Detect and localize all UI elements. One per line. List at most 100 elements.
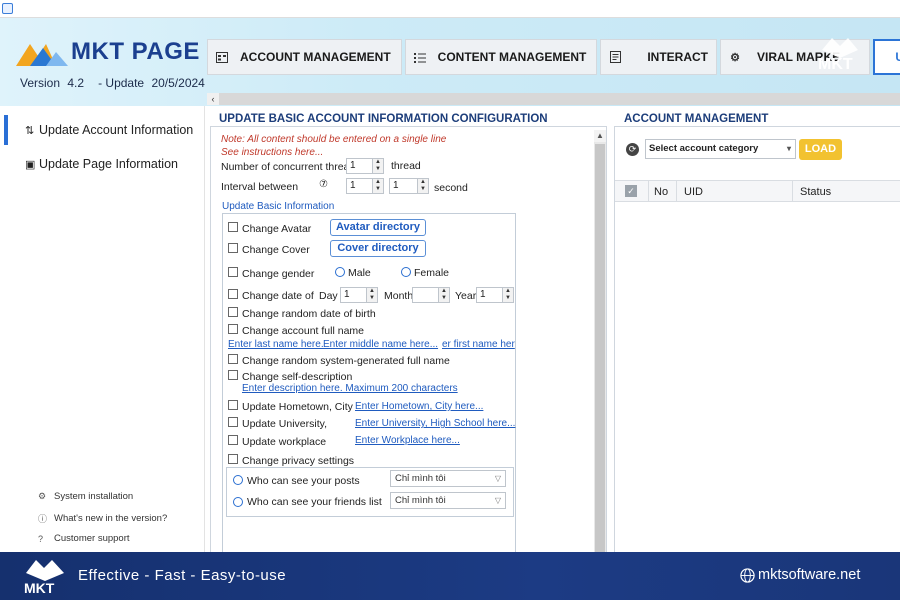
friends-visibility-radio[interactable] bbox=[233, 497, 243, 507]
interval-from-stepper[interactable]: 1 ▲ ▼ bbox=[346, 178, 384, 194]
workplace-checkbox[interactable] bbox=[228, 435, 238, 445]
male-radio[interactable] bbox=[335, 267, 345, 277]
stepper-arrows-icon[interactable]: ▲ ▼ bbox=[438, 288, 449, 302]
change-description-checkbox[interactable] bbox=[228, 370, 238, 380]
stepper-arrows-icon[interactable]: ▲ ▼ bbox=[366, 288, 377, 302]
promo-footer: MKT Effective - Fast - Easy-to-use mktso… bbox=[0, 552, 900, 600]
cover-directory-button[interactable]: Cover directory bbox=[330, 240, 426, 257]
select-value: Chỉ mình tôi bbox=[395, 495, 446, 506]
concurrent-threads-stepper[interactable]: 1 ▲ ▼ bbox=[346, 158, 384, 174]
change-avatar-label: Change Avatar bbox=[242, 223, 312, 235]
privacy-checkbox[interactable] bbox=[228, 454, 238, 464]
friends-visibility-select[interactable]: Chỉ mình tôi ▽ bbox=[390, 492, 506, 509]
hometown-input[interactable]: Enter Hometown, City here... bbox=[355, 401, 483, 412]
account-category-select[interactable]: Select account category ▾ bbox=[645, 139, 796, 159]
description-input[interactable]: Enter description here. Maximum 200 char… bbox=[242, 383, 458, 394]
concurrent-threads-label: Number of concurrent threads bbox=[221, 161, 361, 173]
day-stepper[interactable]: 1 ▲ ▼ bbox=[340, 287, 378, 303]
change-cover-checkbox[interactable] bbox=[228, 243, 238, 253]
friends-visibility-label: Who can see your friends list bbox=[247, 496, 382, 508]
female-radio[interactable] bbox=[401, 267, 411, 277]
university-label: Update University, bbox=[242, 418, 328, 430]
gear-icon: ⚙ bbox=[38, 491, 47, 501]
university-checkbox[interactable] bbox=[228, 417, 238, 427]
page-icon: ▣ bbox=[25, 158, 36, 171]
change-gender-checkbox[interactable] bbox=[228, 267, 238, 277]
change-cover-label: Change Cover bbox=[242, 244, 310, 256]
help-circle-icon[interactable]: ⑦ bbox=[319, 179, 328, 190]
first-name-input[interactable]: er first name her bbox=[442, 339, 515, 350]
column-divider bbox=[648, 181, 649, 201]
change-fullname-label: Change account full name bbox=[242, 325, 364, 337]
refresh-icon[interactable]: ⟳ bbox=[626, 143, 639, 156]
footer-link-label: System installation bbox=[54, 491, 134, 502]
load-button[interactable]: LOAD bbox=[799, 139, 842, 160]
scroll-thumb[interactable] bbox=[595, 144, 605, 552]
month-stepper[interactable]: ▲ ▼ bbox=[412, 287, 450, 303]
tab-label: CONTENT MANAGEMENT bbox=[437, 50, 587, 64]
hometown-label: Update Hometown, City bbox=[242, 401, 353, 413]
change-fullname-checkbox[interactable] bbox=[228, 324, 238, 334]
column-status[interactable]: Status bbox=[800, 186, 831, 198]
last-name-input[interactable]: Enter last name here. bbox=[228, 339, 324, 350]
random-dob-checkbox[interactable] bbox=[228, 307, 238, 317]
grid-icon bbox=[216, 51, 228, 63]
avatar-directory-button[interactable]: Avatar directory bbox=[330, 219, 426, 236]
random-dob-label: Change random date of birth bbox=[242, 308, 376, 320]
scroll-up-icon[interactable]: ▲ bbox=[594, 130, 606, 142]
stepper-value: 1 bbox=[344, 289, 350, 300]
update-label: - Update bbox=[98, 76, 145, 90]
tab-interact[interactable]: INTERACT bbox=[600, 39, 717, 75]
change-avatar-checkbox[interactable] bbox=[228, 222, 238, 232]
tab-content-management[interactable]: CONTENT MANAGEMENT bbox=[404, 39, 598, 75]
column-no[interactable]: No bbox=[654, 186, 668, 198]
stepper-arrows-icon[interactable]: ▲ ▼ bbox=[502, 288, 513, 302]
scroll-left-icon[interactable]: ‹ bbox=[207, 93, 219, 105]
stepper-arrows-icon[interactable]: ▲ ▼ bbox=[417, 179, 428, 193]
change-dob-label: Change date of bi bbox=[242, 290, 316, 302]
year-stepper[interactable]: 1 ▲ ▼ bbox=[476, 287, 514, 303]
mkt-watermark-logo: MKT bbox=[818, 38, 858, 70]
left-panel-title: UPDATE BASIC ACCOUNT INFORMATION CONFIGU… bbox=[219, 113, 548, 125]
config-scrollbar[interactable]: ▲ bbox=[594, 130, 606, 552]
list-icon bbox=[413, 51, 426, 63]
customer-support-link[interactable]: ? Customer support bbox=[38, 533, 130, 544]
window-titlebar bbox=[0, 0, 900, 18]
privacy-label: Change privacy settings bbox=[242, 455, 355, 467]
sidebar-item-update-page[interactable]: ▣ Update Page Information bbox=[0, 150, 205, 178]
posts-visibility-radio[interactable] bbox=[233, 475, 243, 485]
sort-arrows-icon: ⇅ bbox=[25, 124, 35, 137]
select-all-checkbox[interactable]: ✓ bbox=[625, 185, 637, 197]
tab-account-management[interactable]: ACCOUNT MANAGEMENT bbox=[207, 39, 402, 75]
hometown-checkbox[interactable] bbox=[228, 400, 238, 410]
instructions-link[interactable]: See instructions here... bbox=[221, 147, 323, 158]
sidebar-item-label: Update Account Information bbox=[39, 123, 194, 137]
footer-link-label: Customer support bbox=[54, 533, 130, 544]
update-date: 20/5/2024 bbox=[151, 76, 205, 90]
posts-visibility-select[interactable]: Chỉ mình tôi ▽ bbox=[390, 470, 506, 487]
footer-website[interactable]: mktsoftware.net bbox=[740, 567, 860, 583]
right-panel-title: ACCOUNT MANAGEMENT bbox=[624, 113, 769, 125]
random-fullname-checkbox[interactable] bbox=[228, 354, 238, 364]
whats-new-link[interactable]: ⓘ What's new in the version? bbox=[38, 512, 167, 525]
posts-visibility-label: Who can see your posts bbox=[247, 475, 360, 487]
system-installation-link[interactable]: ⚙ System installation bbox=[38, 491, 133, 502]
watermark-text: MKT bbox=[818, 56, 853, 70]
version-label: Version bbox=[20, 76, 61, 90]
university-input[interactable]: Enter University, High School here... bbox=[355, 418, 515, 429]
footer-link-label: What's new in the version? bbox=[54, 513, 168, 524]
change-dob-checkbox[interactable] bbox=[228, 289, 238, 299]
workplace-input[interactable]: Enter Workplace here... bbox=[355, 435, 460, 446]
stepper-arrows-icon[interactable]: ▲ ▼ bbox=[372, 159, 383, 173]
stepper-arrows-icon[interactable]: ▲ ▼ bbox=[372, 179, 383, 193]
info-icon: ⓘ bbox=[38, 514, 48, 524]
website-text: mktsoftware.net bbox=[758, 567, 861, 583]
sidebar-item-update-account[interactable]: ⇅ Update Account Information bbox=[0, 116, 205, 144]
column-uid[interactable]: UID bbox=[684, 186, 703, 198]
chevron-down-icon: ▾ bbox=[786, 144, 791, 153]
globe-icon bbox=[740, 567, 755, 583]
middle-name-input[interactable]: Enter middle name here... bbox=[323, 339, 438, 350]
interval-to-stepper[interactable]: 1 ▲ ▼ bbox=[389, 178, 429, 194]
tab-strip-scrollbar[interactable]: ‹ bbox=[207, 93, 900, 105]
document-icon bbox=[609, 51, 621, 63]
